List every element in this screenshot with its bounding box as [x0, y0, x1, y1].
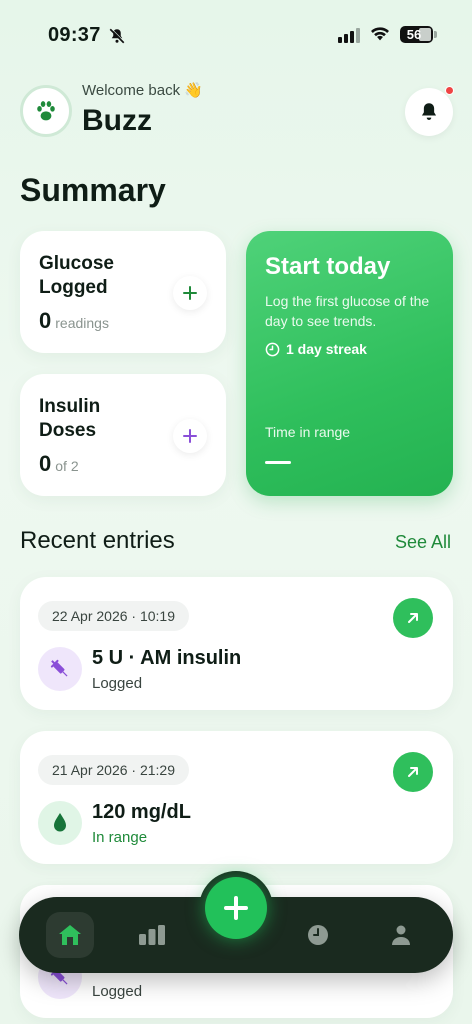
streak: 1 day streak	[265, 341, 367, 357]
wifi-icon	[371, 27, 389, 41]
start-today-card[interactable]: Start today Log the first glucose of the…	[246, 231, 453, 496]
notifications-button[interactable]	[405, 88, 453, 136]
battery-icon: 56	[400, 26, 433, 43]
glucose-card-title: Glucose Logged	[39, 253, 114, 298]
nav-history[interactable]	[294, 912, 342, 958]
entry-status: In range	[92, 829, 148, 846]
bell-icon	[421, 103, 437, 120]
fab-inner[interactable]	[205, 877, 267, 939]
user-name: Buzz	[82, 104, 152, 137]
insulin-count-unit: of 2	[55, 458, 79, 474]
add-insulin-button[interactable]	[173, 419, 207, 453]
start-today-title: Start today	[265, 253, 391, 280]
entry-value: 5 U · AM insulin	[92, 647, 242, 669]
insulin-card-title: Insulin Doses	[39, 396, 101, 441]
add-glucose-button[interactable]	[173, 276, 207, 310]
home-icon	[59, 925, 81, 945]
add-entry-fab[interactable]	[199, 871, 273, 945]
glucose-count-unit: readings	[55, 315, 109, 331]
entry-value: 120 mg/dL	[92, 801, 191, 823]
welcome-text: Welcome back 👋	[82, 82, 203, 99]
status-bar: 09:37 56	[0, 0, 472, 70]
status-time: 09:37	[48, 24, 101, 46]
time-in-range-label: Time in range	[265, 424, 351, 440]
plus-icon	[183, 429, 197, 443]
see-all-link[interactable]: See All	[395, 532, 451, 553]
notification-badge	[445, 86, 454, 95]
entry-card[interactable]: 21 Apr 2026 · 21:29 120 mg/dL In range	[20, 731, 453, 864]
signal-icon	[338, 27, 360, 43]
entry-date: 21 Apr 2026 · 21:29	[38, 755, 189, 785]
open-entry-button[interactable]	[393, 752, 433, 792]
drop-icon	[38, 801, 82, 845]
open-entry-button[interactable]	[393, 598, 433, 638]
summary-title: Summary	[20, 172, 166, 208]
stats-icon	[139, 925, 165, 945]
streak-text: 1 day streak	[286, 341, 367, 357]
plus-icon	[183, 286, 197, 300]
glucose-card[interactable]: Glucose Logged 0 readings	[20, 231, 226, 353]
insulin-card[interactable]: Insulin Doses 0 of 2	[20, 374, 226, 496]
profile-icon	[392, 925, 410, 945]
history-icon	[308, 925, 328, 945]
paw-icon	[37, 101, 55, 121]
clock-icon	[265, 342, 280, 356]
time-in-range-placeholder	[265, 461, 291, 464]
entry-status: Logged	[92, 983, 143, 1000]
insulin-count: 0 of 2	[39, 451, 79, 477]
nav-home[interactable]	[46, 912, 94, 958]
avatar[interactable]	[20, 85, 72, 137]
syringe-icon	[38, 647, 82, 691]
bell-slash-icon	[109, 28, 125, 44]
glucose-count-value: 0	[39, 308, 52, 333]
battery-level: 56	[406, 27, 422, 42]
entry-status: Logged	[92, 675, 143, 692]
recent-entries-title: Recent entries	[20, 527, 175, 554]
plus-icon	[224, 896, 248, 920]
entry-card[interactable]: 22 Apr 2026 · 10:19 5 U · AM insulin Log…	[20, 577, 453, 710]
battery-cap	[434, 31, 437, 38]
arrow-up-right-icon	[408, 613, 418, 623]
glucose-count: 0 readings	[39, 308, 109, 334]
nav-stats[interactable]	[128, 912, 176, 958]
arrow-up-right-icon	[408, 767, 418, 777]
start-today-description: Log the first glucose of the day to see …	[265, 293, 430, 329]
entry-date: 22 Apr 2026 · 10:19	[38, 601, 189, 631]
insulin-count-value: 0	[39, 451, 52, 476]
nav-profile[interactable]	[377, 912, 425, 958]
